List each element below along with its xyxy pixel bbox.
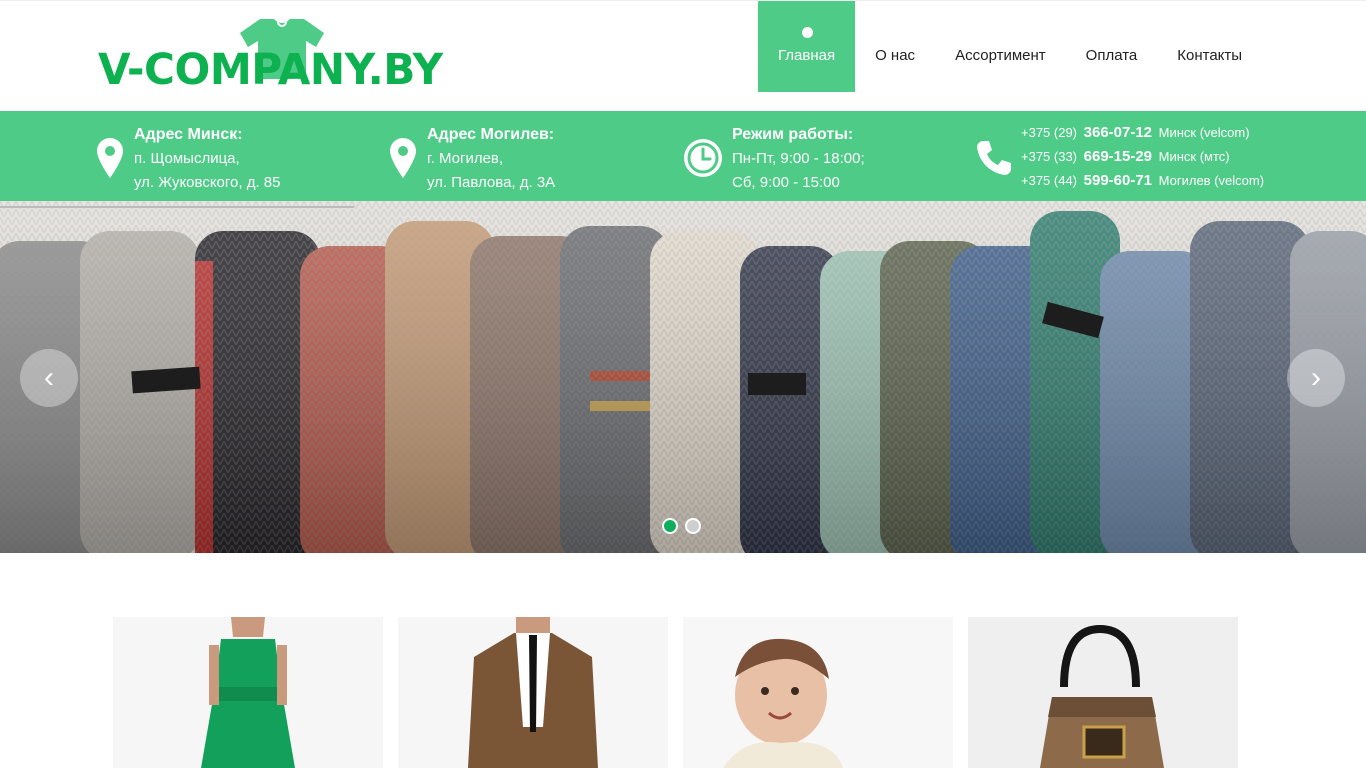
contact-info-bar: Адрес Минск: п. Щомыслица, ул. Жуковског… bbox=[0, 111, 1366, 201]
slider-dot-1[interactable] bbox=[662, 518, 678, 534]
mogilev-address-title: Адрес Могилев: bbox=[427, 126, 555, 143]
nav-label: О нас bbox=[875, 47, 916, 64]
working-hours-weekdays: Пн-Пт, 9:00 - 18:00; bbox=[732, 150, 865, 167]
phone-code: +375 (33) bbox=[1021, 149, 1078, 164]
logo-text: V-COMPANY.BY bbox=[98, 45, 443, 95]
slider-progress-bar bbox=[0, 206, 354, 208]
category-card-men[interactable] bbox=[398, 617, 668, 768]
working-hours-title: Режим работы: bbox=[732, 126, 854, 143]
slider-prev-button[interactable]: ‹ bbox=[20, 349, 78, 407]
phone-number: 599-60-71 bbox=[1083, 172, 1153, 189]
phone-code: +375 (44) bbox=[1021, 173, 1078, 188]
minsk-address-line1: п. Щомыслица, bbox=[134, 150, 240, 167]
main-nav: Главная О нас Ассортимент Оплата Контакт… bbox=[758, 1, 1262, 92]
nav-label: Контакты bbox=[1177, 47, 1243, 64]
mogilev-address: Адрес Могилев: г. Могилев, ул. Павлова, … bbox=[427, 123, 555, 195]
phone-list: +375 (29) 366-07-12 Минск (velcom) +375 … bbox=[1021, 121, 1264, 193]
man-suit-image bbox=[398, 617, 668, 768]
category-card-kids[interactable] bbox=[683, 617, 953, 768]
slider-next-button[interactable]: › bbox=[1287, 349, 1345, 407]
phone-number: 366-07-12 bbox=[1083, 124, 1153, 141]
category-card-women[interactable] bbox=[113, 617, 383, 768]
map-pin-icon bbox=[97, 138, 123, 178]
phone-row[interactable]: +375 (33) 669-15-29 Минск (мтс) bbox=[1021, 145, 1264, 169]
mogilev-address-line1: г. Могилев, bbox=[427, 150, 504, 167]
woman-dress-image bbox=[113, 617, 383, 768]
phone-note: Могилев (velcom) bbox=[1158, 173, 1265, 188]
baby-image bbox=[683, 617, 953, 768]
phone-row[interactable]: +375 (44) 599-60-71 Могилев (velcom) bbox=[1021, 169, 1264, 193]
chevron-left-icon: ‹ bbox=[44, 361, 54, 394]
phone-row[interactable]: +375 (29) 366-07-12 Минск (velcom) bbox=[1021, 121, 1264, 145]
phone-icon bbox=[977, 141, 1011, 175]
phone-code: +375 (29) bbox=[1021, 125, 1078, 140]
nav-item-payment[interactable]: Оплата bbox=[1066, 1, 1158, 92]
nav-item-home[interactable]: Главная bbox=[758, 1, 856, 92]
map-pin-icon bbox=[390, 138, 416, 178]
handbag-image bbox=[968, 617, 1238, 768]
active-dot-icon bbox=[801, 27, 813, 38]
phone-note: Минск (velcom) bbox=[1158, 125, 1250, 140]
nav-item-about[interactable]: О нас bbox=[855, 1, 935, 92]
site-logo[interactable]: V-COMPANY.BY bbox=[98, 15, 462, 95]
slider-dot-2[interactable] bbox=[685, 518, 701, 534]
site-header: V-COMPANY.BY Главная О нас Ассортимент О… bbox=[0, 0, 1366, 111]
category-card-accessories[interactable] bbox=[968, 617, 1238, 768]
nav-item-assortment[interactable]: Ассортимент bbox=[935, 1, 1066, 92]
minsk-address-line2: ул. Жуковского, д. 85 bbox=[134, 174, 281, 191]
working-hours: Режим работы: Пн-Пт, 9:00 - 18:00; Сб, 9… bbox=[732, 123, 865, 195]
phone-number: 669-15-29 bbox=[1083, 148, 1153, 165]
clock-icon bbox=[684, 139, 722, 177]
working-hours-saturday: Сб, 9:00 - 15:00 bbox=[732, 174, 840, 191]
nav-label: Главная bbox=[778, 47, 836, 64]
chevron-right-icon: › bbox=[1311, 361, 1321, 394]
slide-image-sweaters bbox=[0, 201, 1366, 553]
hero-slider: ‹ › bbox=[0, 201, 1366, 553]
nav-item-contacts[interactable]: Контакты bbox=[1157, 1, 1262, 92]
phone-note: Минск (мтс) bbox=[1158, 149, 1230, 164]
slider-pagination bbox=[662, 518, 701, 534]
minsk-address: Адрес Минск: п. Щомыслица, ул. Жуковског… bbox=[134, 123, 280, 195]
minsk-address-title: Адрес Минск: bbox=[134, 126, 243, 143]
mogilev-address-line2: ул. Павлова, д. 3А bbox=[427, 174, 556, 191]
nav-label: Оплата bbox=[1085, 47, 1138, 64]
nav-label: Ассортимент bbox=[955, 47, 1046, 64]
